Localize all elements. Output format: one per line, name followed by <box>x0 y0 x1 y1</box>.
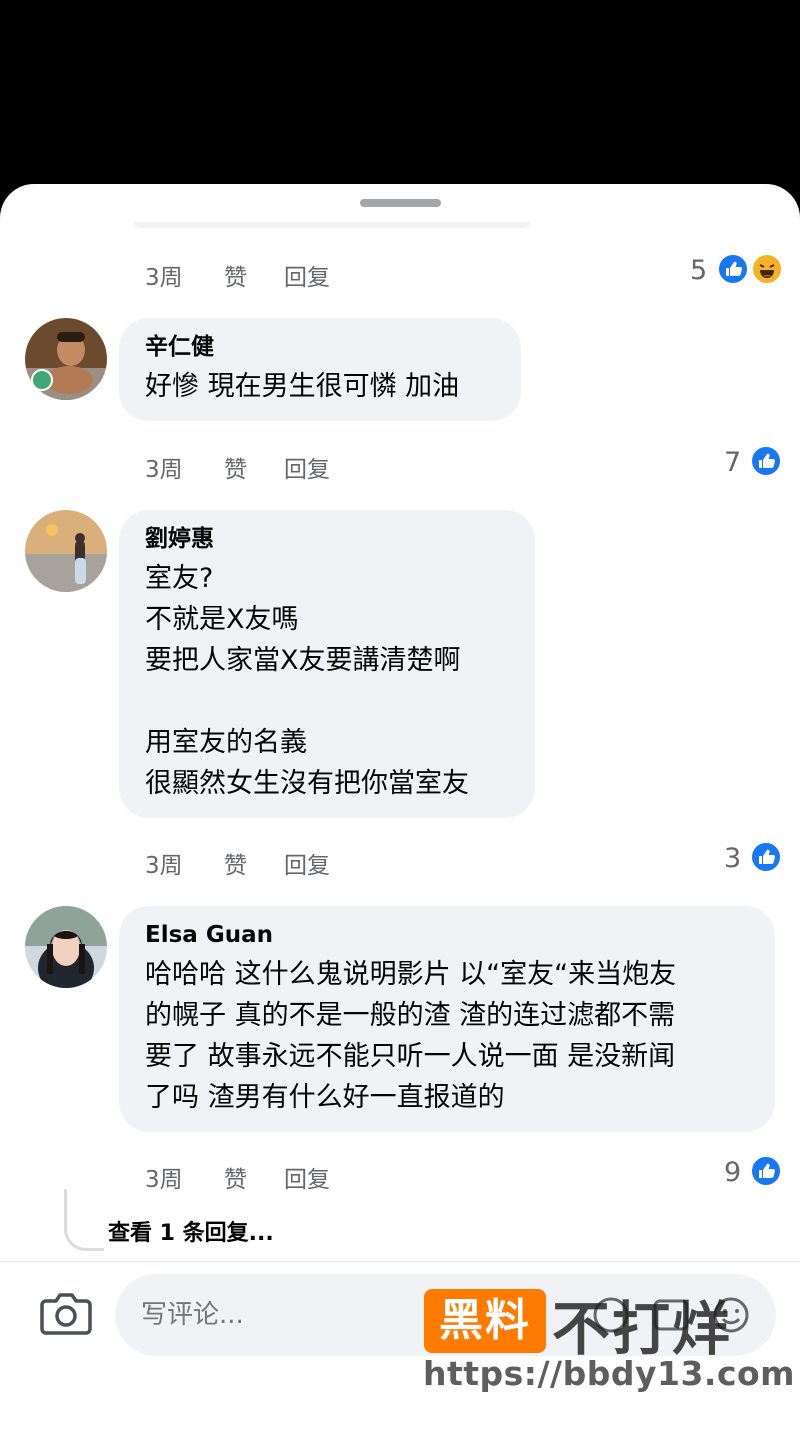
like-reaction-icon <box>750 445 782 477</box>
watermark-url: https://bbdy13.com <box>423 1354 796 1393</box>
comment-bubble: 辛仁健 好慘 現在男生很可憐 加油 <box>119 318 521 421</box>
avatar[interactable] <box>25 906 107 988</box>
comment-time: 3周 <box>145 853 183 879</box>
comment-bubble: Elsa Guan 哈哈哈 这什么鬼说明影片 以“室友“来当炮友 的幌子 真的不… <box>119 906 775 1132</box>
like-link[interactable]: 赞 <box>224 258 247 292</box>
camera-icon[interactable] <box>40 1291 92 1335</box>
avatar[interactable] <box>25 510 107 592</box>
comment-meta: 3周 赞 回复 3 <box>0 840 800 880</box>
comment-meta: 3周 赞 回复 9 <box>0 1154 800 1194</box>
comment-time: 3周 <box>145 457 183 483</box>
comments-sheet: 3周 赞 回复 5 辛仁健 好慘 現在男生很可憐 加油 3周 赞 回复 7 劉婷… <box>0 184 800 1438</box>
previous-comment-bubble <box>134 222 530 228</box>
watermark-badge: 黑料 <box>424 1289 546 1353</box>
view-replies-link[interactable]: 查看 1 条回复... <box>108 1215 274 1247</box>
comment-text: 哈哈哈 这什么鬼说明影片 以“室友“来当炮友 的幌子 真的不是一般的渣 渣的连过… <box>145 959 677 1113</box>
reaction-count[interactable]: 3 <box>724 843 741 874</box>
like-reaction-icon <box>717 253 749 285</box>
reply-link[interactable]: 回复 <box>284 1160 330 1194</box>
comment-author[interactable]: 劉婷惠 <box>145 524 509 554</box>
reply-link[interactable]: 回复 <box>284 450 330 484</box>
like-link[interactable]: 赞 <box>224 1160 247 1194</box>
comment-bubble: 劉婷惠 室友? 不就是X友嗎 要把人家當X友要講清楚啊 用室友的名義 很顯然女生… <box>119 510 535 818</box>
comment-time: 3周 <box>145 265 183 291</box>
comment-meta: 3周 赞 回复 7 <box>0 444 800 484</box>
reaction-count[interactable]: 5 <box>690 255 707 286</box>
avatar[interactable] <box>25 318 107 400</box>
comment-author[interactable]: 辛仁健 <box>145 332 495 362</box>
haha-reaction-icon <box>751 253 783 285</box>
comment-text: 室友? 不就是X友嗎 要把人家當X友要講清楚啊 用室友的名義 很顯然女生沒有把你… <box>145 563 469 799</box>
reply-link[interactable]: 回复 <box>284 846 330 880</box>
comment-author[interactable]: Elsa Guan <box>145 920 749 950</box>
reaction-count[interactable]: 9 <box>724 1157 741 1188</box>
comment-meta: 3周 赞 回复 5 <box>0 252 800 292</box>
comment-time: 3周 <box>145 1167 183 1193</box>
reply-thread-line <box>64 1189 104 1251</box>
like-link[interactable]: 赞 <box>224 450 247 484</box>
like-link[interactable]: 赞 <box>224 846 247 880</box>
comment-text: 好慘 現在男生很可憐 加油 <box>145 371 460 402</box>
like-reaction-icon <box>750 1155 782 1187</box>
sheet-grabber[interactable] <box>360 199 441 207</box>
reply-link[interactable]: 回复 <box>284 258 330 292</box>
reaction-count[interactable]: 7 <box>724 447 741 478</box>
like-reaction-icon <box>750 841 782 873</box>
composer-divider <box>0 1261 800 1262</box>
